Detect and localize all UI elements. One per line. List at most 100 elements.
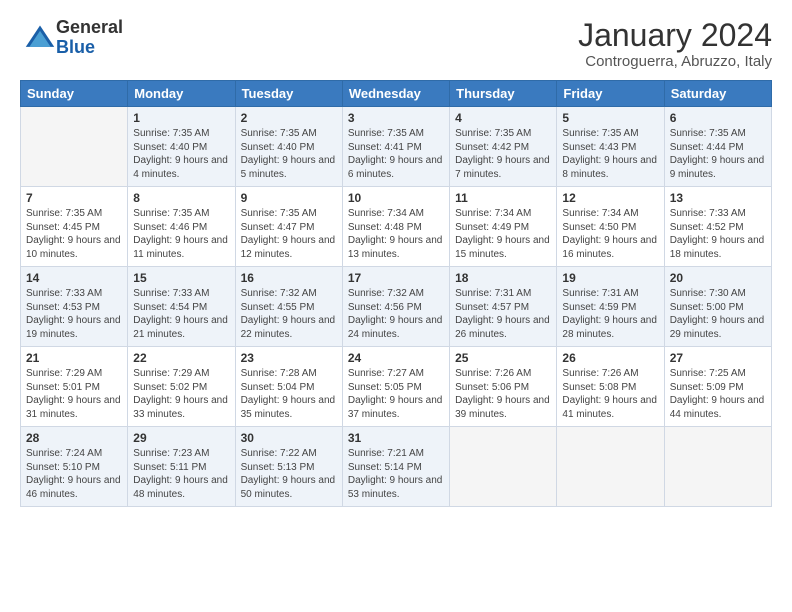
calendar-cell: 15Sunrise: 7:33 AMSunset: 4:54 PMDayligh… (128, 267, 235, 347)
calendar-cell: 22 Sunrise: 7:29 AMSunset: 5:02 PMDayligh… (128, 347, 235, 427)
day-number: 10 (348, 191, 444, 205)
logo-general: General (56, 18, 123, 38)
day-number: 22 (133, 351, 229, 365)
day-info: Sunrise: 7:34 AMSunset: 4:50 PMDaylight:… (562, 208, 657, 260)
day-number: 26 (562, 351, 658, 365)
day-number: 30 (241, 431, 337, 445)
day-info: Sunrise: 7:35 AMSunset: 4:44 PMDaylight:… (670, 128, 765, 180)
day-info: Sunrise: 7:29 AMSunset: 5:01 PMDaylight:… (26, 368, 121, 420)
calendar-cell: 4 Sunrise: 7:35 AMSunset: 4:42 PMDaylight… (450, 107, 557, 187)
day-header-friday: Friday (557, 81, 664, 107)
day-header-thursday: Thursday (450, 81, 557, 107)
day-number: 24 (348, 351, 444, 365)
day-info: Sunrise: 7:26 AMSunset: 5:06 PMDaylight:… (455, 368, 550, 420)
day-header-wednesday: Wednesday (342, 81, 449, 107)
week-row-5: 28 Sunrise: 7:24 AMSunset: 5:10 PMDayligh… (21, 427, 772, 507)
day-number: 8 (133, 191, 229, 205)
day-info: Sunrise: 7:35 AMSunset: 4:41 PMDaylight:… (348, 128, 443, 180)
calendar-cell: 25 Sunrise: 7:26 AMSunset: 5:06 PMDayligh… (450, 347, 557, 427)
day-info: Sunrise: 7:33 AMSunset: 4:52 PMDaylight:… (670, 208, 765, 260)
calendar-cell: 18Sunrise: 7:31 AMSunset: 4:57 PMDayligh… (450, 267, 557, 347)
day-info: Sunrise: 7:35 AMSunset: 4:40 PMDaylight:… (133, 128, 228, 180)
header: General Blue January 2024 Controguerra, … (20, 18, 772, 70)
calendar-cell (450, 427, 557, 507)
calendar-cell: 26 Sunrise: 7:26 AMSunset: 5:08 PMDayligh… (557, 347, 664, 427)
day-info: Sunrise: 7:26 AMSunset: 5:08 PMDaylight:… (562, 368, 657, 420)
calendar-cell: 6Sunrise: 7:35 AMSunset: 4:44 PMDaylight… (664, 107, 771, 187)
day-info: Sunrise: 7:24 AMSunset: 5:10 PMDaylight:… (26, 448, 121, 500)
day-number: 17 (348, 271, 444, 285)
calendar-cell: 23 Sunrise: 7:28 AMSunset: 5:04 PMDayligh… (235, 347, 342, 427)
calendar-cell: 3 Sunrise: 7:35 AMSunset: 4:41 PMDaylight… (342, 107, 449, 187)
day-number: 21 (26, 351, 122, 365)
day-info: Sunrise: 7:25 AMSunset: 5:09 PMDaylight:… (670, 368, 765, 420)
day-number: 3 (348, 111, 444, 125)
day-number: 4 (455, 111, 551, 125)
calendar-cell: 5 Sunrise: 7:35 AMSunset: 4:43 PMDaylight… (557, 107, 664, 187)
page: General Blue January 2024 Controguerra, … (0, 0, 792, 612)
day-number: 25 (455, 351, 551, 365)
day-header-monday: Monday (128, 81, 235, 107)
calendar-cell: 10 Sunrise: 7:34 AMSunset: 4:48 PMDayligh… (342, 187, 449, 267)
day-number: 7 (26, 191, 122, 205)
week-row-1: 1 Sunrise: 7:35 AMSunset: 4:40 PMDaylight… (21, 107, 772, 187)
calendar-cell: 14 Sunrise: 7:33 AMSunset: 4:53 PMDayligh… (21, 267, 128, 347)
day-number: 5 (562, 111, 658, 125)
day-info: Sunrise: 7:29 AMSunset: 5:02 PMDaylight:… (133, 368, 228, 420)
day-number: 27 (670, 351, 766, 365)
day-number: 20 (670, 271, 766, 285)
day-info: Sunrise: 7:32 AMSunset: 4:55 PMDaylight:… (241, 288, 336, 340)
calendar-cell: 17 Sunrise: 7:32 AMSunset: 4:56 PMDayligh… (342, 267, 449, 347)
day-info: Sunrise: 7:34 AMSunset: 4:48 PMDaylight:… (348, 208, 443, 260)
day-number: 11 (455, 191, 551, 205)
day-info: Sunrise: 7:33 AMSunset: 4:54 PMDaylight:… (133, 288, 228, 340)
day-number: 28 (26, 431, 122, 445)
day-number: 31 (348, 431, 444, 445)
day-info: Sunrise: 7:34 AMSunset: 4:49 PMDaylight:… (455, 208, 550, 260)
calendar-cell: 13 Sunrise: 7:33 AMSunset: 4:52 PMDayligh… (664, 187, 771, 267)
calendar-cell: 21 Sunrise: 7:29 AMSunset: 5:01 PMDayligh… (21, 347, 128, 427)
day-info: Sunrise: 7:32 AMSunset: 4:56 PMDaylight:… (348, 288, 443, 340)
title-block: January 2024 Controguerra, Abruzzo, Ital… (578, 18, 772, 70)
day-number: 23 (241, 351, 337, 365)
calendar-cell: 9Sunrise: 7:35 AMSunset: 4:47 PMDaylight… (235, 187, 342, 267)
calendar-cell: 19Sunrise: 7:31 AMSunset: 4:59 PMDayligh… (557, 267, 664, 347)
day-number: 13 (670, 191, 766, 205)
calendar-cell (21, 107, 128, 187)
logo-icon (24, 22, 56, 54)
calendar-cell: 12 Sunrise: 7:34 AMSunset: 4:50 PMDayligh… (557, 187, 664, 267)
day-header-tuesday: Tuesday (235, 81, 342, 107)
day-info: Sunrise: 7:35 AMSunset: 4:43 PMDaylight:… (562, 128, 657, 180)
calendar-cell: 30 Sunrise: 7:22 AMSunset: 5:13 PMDayligh… (235, 427, 342, 507)
week-row-3: 14 Sunrise: 7:33 AMSunset: 4:53 PMDayligh… (21, 267, 772, 347)
logo-blue: Blue (56, 38, 123, 58)
calendar-cell: 8 Sunrise: 7:35 AMSunset: 4:46 PMDaylight… (128, 187, 235, 267)
day-info: Sunrise: 7:31 AMSunset: 4:59 PMDaylight:… (562, 288, 657, 340)
day-info: Sunrise: 7:35 AMSunset: 4:40 PMDaylight:… (241, 128, 336, 180)
day-info: Sunrise: 7:30 AMSunset: 5:00 PMDaylight:… (670, 288, 765, 340)
day-number: 1 (133, 111, 229, 125)
day-number: 16 (241, 271, 337, 285)
day-number: 29 (133, 431, 229, 445)
logo-text: General Blue (56, 18, 123, 58)
calendar-cell: 16 Sunrise: 7:32 AMSunset: 4:55 PMDayligh… (235, 267, 342, 347)
location: Controguerra, Abruzzo, Italy (578, 53, 772, 70)
day-info: Sunrise: 7:33 AMSunset: 4:53 PMDaylight:… (26, 288, 121, 340)
calendar-table: SundayMondayTuesdayWednesdayThursdayFrid… (20, 80, 772, 507)
day-info: Sunrise: 7:35 AMSunset: 4:42 PMDaylight:… (455, 128, 550, 180)
day-number: 18 (455, 271, 551, 285)
day-info: Sunrise: 7:22 AMSunset: 5:13 PMDaylight:… (241, 448, 336, 500)
week-row-4: 21 Sunrise: 7:29 AMSunset: 5:01 PMDayligh… (21, 347, 772, 427)
day-info: Sunrise: 7:35 AMSunset: 4:46 PMDaylight:… (133, 208, 228, 260)
day-info: Sunrise: 7:28 AMSunset: 5:04 PMDaylight:… (241, 368, 336, 420)
logo: General Blue (20, 18, 123, 58)
week-row-2: 7Sunrise: 7:35 AMSunset: 4:45 PMDaylight… (21, 187, 772, 267)
calendar-cell: 2Sunrise: 7:35 AMSunset: 4:40 PMDaylight… (235, 107, 342, 187)
day-header-saturday: Saturday (664, 81, 771, 107)
day-number: 12 (562, 191, 658, 205)
day-number: 9 (241, 191, 337, 205)
calendar-cell: 31Sunrise: 7:21 AMSunset: 5:14 PMDayligh… (342, 427, 449, 507)
day-number: 14 (26, 271, 122, 285)
calendar-cell (557, 427, 664, 507)
calendar-cell: 27 Sunrise: 7:25 AMSunset: 5:09 PMDayligh… (664, 347, 771, 427)
